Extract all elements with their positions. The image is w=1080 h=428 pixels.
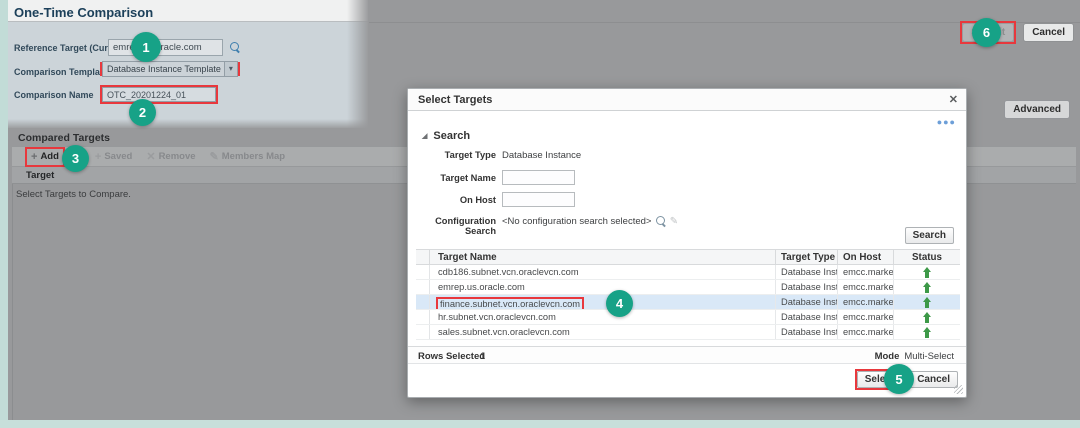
cell-on-host: emcc.marketpla...: [838, 265, 894, 279]
cell-target-name: hr.subnet.vcn.oraclevcn.com: [430, 310, 776, 324]
remove-x-icon: ✕: [146, 151, 156, 163]
col-status: Status: [912, 252, 942, 263]
target-name-label: Target Name: [440, 173, 496, 183]
add-saved-button[interactable]: + Saved: [95, 151, 132, 163]
cell-target-name: finance.subnet.vcn.oraclevcn.com: [430, 295, 776, 309]
status-up-arrow-icon: [922, 327, 932, 338]
target-type-value: Database Instance: [502, 150, 582, 161]
cell-target-type: Database Insta...: [776, 310, 838, 324]
page-title: One-Time Comparison: [14, 5, 154, 20]
table-row[interactable]: finance.subnet.vcn.oraclevcn.com Database…: [416, 295, 960, 310]
reference-target-input[interactable]: emrep.us.oracle.com: [108, 39, 223, 56]
col-on-host: On Host: [838, 250, 894, 264]
cell-status: [894, 295, 960, 309]
cancel-button[interactable]: Cancel: [1023, 23, 1074, 42]
table-row[interactable]: hr.subnet.vcn.oraclevcn.com Database Inst…: [416, 310, 960, 325]
cell-target-type: Database Insta...: [776, 325, 838, 339]
comparison-template-select[interactable]: Database Instance Template ▾: [102, 61, 238, 77]
search-section-header[interactable]: ◢ Search: [422, 130, 470, 142]
on-host-label: On Host: [459, 195, 496, 205]
status-up-arrow-icon: [922, 282, 932, 293]
highlight-box-template: Database Instance Template ▾: [100, 61, 240, 77]
dialog-title: Select Targets: [418, 94, 493, 106]
dialog-detach-dots-icon[interactable]: ●●●: [937, 117, 956, 127]
cell-status: [894, 265, 960, 279]
close-icon[interactable]: ✕: [949, 93, 958, 106]
members-map-pencil-icon: ✎: [209, 151, 219, 163]
status-up-arrow-icon: [922, 267, 932, 278]
mode-indicator: Mode Multi-Select: [874, 351, 954, 362]
cell-target-type: Database Insta...: [776, 265, 838, 279]
dialog-table-header: Target Name Target Type On Host Status: [416, 249, 960, 265]
highlight-box-add: + Add: [25, 146, 65, 167]
cell-target-name: cdb186.subnet.vcn.oraclevcn.com: [430, 265, 776, 279]
target-type-label: Target Type: [444, 150, 496, 160]
screen: Submit Cancel Advanced One-Time Comparis…: [0, 0, 1080, 428]
reference-target-search-icon[interactable]: [230, 42, 241, 53]
plus-icon: +: [31, 150, 38, 163]
rows-selected-label: Rows Selected: [418, 351, 486, 362]
table-row[interactable]: cdb186.subnet.vcn.oraclevcn.com Database …: [416, 265, 960, 280]
select-targets-dialog: Select Targets ✕ ●●● ◢ Search Target Type…: [407, 88, 967, 398]
status-up-arrow-icon: [922, 297, 932, 308]
header-form-area: One-Time Comparison Reference Target (Cu…: [8, 0, 369, 129]
cell-on-host: emcc.marketpla...: [838, 310, 894, 324]
highlight-box-name: OTC_20201224_01: [100, 85, 218, 104]
search-button[interactable]: Search: [904, 227, 954, 244]
cell-on-host: emcc.marketpla...: [838, 280, 894, 294]
chevron-down-icon: ▾: [223, 62, 237, 76]
configuration-edit-pencil-icon[interactable]: ✎: [670, 216, 678, 227]
dialog-table: Target Name Target Type On Host Status c…: [416, 249, 960, 340]
cell-target-name: sales.subnet.vcn.oraclevcn.com: [430, 325, 776, 339]
step-annotation-4: 4: [606, 290, 633, 317]
step-annotation-3: 3: [62, 145, 89, 172]
step-annotation-1: 1: [131, 32, 161, 62]
comparison-name-label: Comparison Name: [14, 90, 94, 100]
rows-selected-value: 1: [480, 351, 486, 362]
remove-button[interactable]: ✕ Remove: [146, 150, 195, 163]
cell-target-name: emrep.us.oracle.com: [430, 280, 776, 294]
page-edge-left: [0, 0, 8, 428]
step-annotation-6: 6: [972, 18, 1001, 47]
page-edge-bottom: [0, 420, 1080, 428]
configuration-search-label: Configuration Search: [435, 216, 496, 236]
configuration-search-icon[interactable]: [656, 216, 667, 227]
cell-on-host: emcc.marketpla...: [838, 295, 894, 309]
table-row[interactable]: emrep.us.oracle.comDatabase Insta...emcc…: [416, 280, 960, 295]
configuration-search-value: <No configuration search selected> ✎: [502, 216, 679, 228]
step-annotation-5: 5: [884, 364, 914, 394]
comparison-template-label: Comparison Template: [14, 67, 108, 77]
add-saved-icon: +: [94, 150, 102, 163]
comparison-template-value: Database Instance Template: [107, 64, 221, 74]
on-host-input[interactable]: [502, 192, 575, 207]
cell-target-type: Database Insta...: [776, 280, 838, 294]
compared-targets-empty-message: Select Targets to Compare.: [16, 189, 131, 200]
section-left-border: [12, 146, 13, 420]
status-up-arrow-icon: [922, 312, 932, 323]
members-map-button[interactable]: ✎ Members Map: [210, 150, 286, 163]
dialog-table-rows: cdb186.subnet.vcn.oraclevcn.com Database …: [416, 265, 960, 340]
dialog-resize-grip[interactable]: [954, 385, 963, 394]
cell-target-type: Database Insta...: [776, 295, 838, 309]
target-name-input[interactable]: [502, 170, 575, 185]
compared-targets-title: Compared Targets: [18, 132, 110, 144]
cell-status: [894, 325, 960, 339]
dialog-cancel-button[interactable]: Cancel: [909, 371, 958, 388]
table-row[interactable]: sales.subnet.vcn.oraclevcn.com Database I…: [416, 325, 960, 340]
add-button[interactable]: + Add: [27, 149, 63, 165]
disclosure-triangle-icon: ◢: [422, 133, 428, 140]
comparison-name-input[interactable]: OTC_20201224_01: [102, 87, 216, 102]
dialog-footer: Rows Selected 1 Mode Multi-Select: [408, 346, 966, 364]
cell-status: [894, 280, 960, 294]
step-annotation-2: 2: [129, 99, 156, 126]
col-target-type: Target Type: [776, 250, 838, 264]
highlight-box-row: finance.subnet.vcn.oraclevcn.com: [436, 297, 585, 309]
cell-on-host: emcc.marketpla...: [838, 325, 894, 339]
col-target-name: Target Name: [430, 250, 776, 264]
dialog-header[interactable]: Select Targets ✕: [408, 89, 966, 111]
cell-status: [894, 310, 960, 324]
advanced-button[interactable]: Advanced: [1004, 100, 1070, 119]
